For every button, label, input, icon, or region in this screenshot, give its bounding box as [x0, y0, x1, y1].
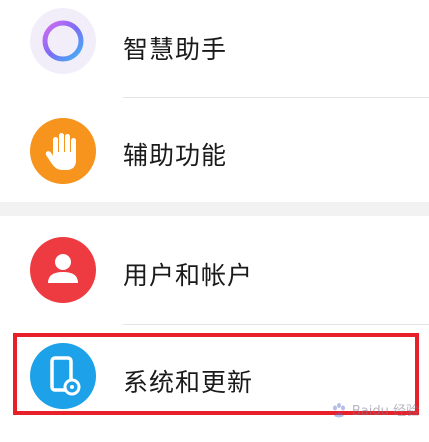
assistant-ring-icon: [30, 8, 96, 74]
baidu-paw-icon: [330, 402, 348, 420]
settings-screen: 智慧助手 辅助功能 用户和帐户 系统和更新 Baidu 经验: [0, 0, 429, 442]
settings-item-accessibility[interactable]: 辅助功能: [0, 98, 429, 202]
settings-item-label: 系统和更新: [123, 368, 254, 397]
user-icon: [30, 237, 96, 303]
watermark-text: Baidu 经验: [351, 403, 419, 419]
section-separator: [0, 202, 429, 216]
watermark: Baidu 经验: [330, 400, 419, 421]
settings-item-label: 智慧助手: [123, 35, 228, 64]
settings-item-label: 辅助功能: [123, 141, 228, 170]
settings-item-smart-assistant[interactable]: 智慧助手: [0, 0, 429, 98]
settings-item-users-accounts[interactable]: 用户和帐户: [0, 216, 429, 324]
hand-icon: [30, 118, 96, 184]
phone-settings-icon: [30, 343, 96, 409]
settings-item-label: 用户和帐户: [123, 261, 254, 290]
